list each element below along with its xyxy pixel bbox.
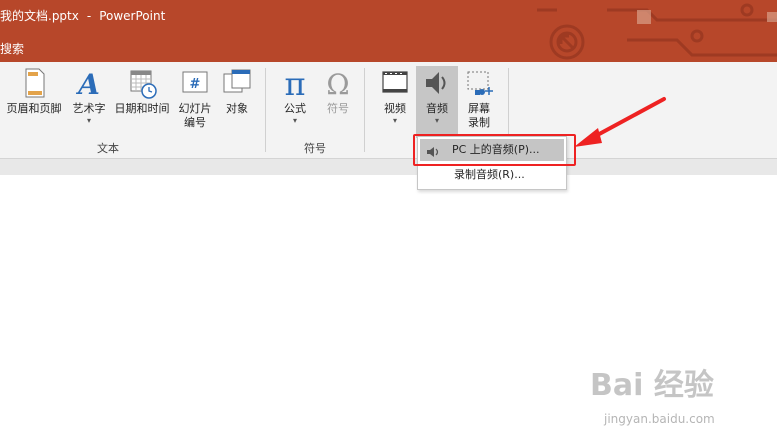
speaker-small-icon [426, 144, 440, 157]
header-footer-label: 页眉和页脚 [6, 102, 62, 115]
wordart-button[interactable]: A 艺术字 ▾ [68, 66, 110, 126]
date-time-button[interactable]: 日期和时间 [109, 66, 175, 116]
audio-on-pc-label: PC 上的音频(P)... [452, 143, 540, 156]
audio-button[interactable]: 音频 ▾ [416, 66, 458, 138]
omega-icon: Ω [321, 66, 355, 101]
tell-me-search[interactable]: 搜索 [0, 40, 24, 57]
document-name: 我的文档.pptx [0, 9, 79, 23]
title-separator: - [86, 9, 92, 23]
object-label: 对象 [226, 102, 248, 115]
screen-record-icon [462, 66, 496, 100]
ribbon-insert-tab: 页眉和页脚 A 艺术字 ▾ 日期和时间 # 幻灯片 编号 对象 文本 π 公式 … [0, 62, 777, 159]
calendar-clock-icon [125, 66, 159, 100]
date-time-label: 日期和时间 [114, 102, 170, 115]
audio-on-pc-menu-item[interactable]: PC 上的音频(P)... [420, 139, 564, 161]
video-button[interactable]: 视频 ▾ [376, 66, 414, 126]
equation-button[interactable]: π 公式 ▾ [277, 65, 313, 126]
audio-chevron-icon: ▾ [434, 116, 439, 125]
slide-editing-area[interactable] [0, 175, 777, 446]
wordart-icon: A [72, 66, 106, 101]
group-label-symbols: 符号 [304, 142, 326, 155]
pi-glyph: π [284, 66, 305, 100]
omega-glyph: Ω [326, 68, 349, 100]
equation-label: 公式 [284, 102, 306, 115]
symbol-label: 符号 [327, 102, 349, 115]
tell-me-bar: 搜索 [0, 32, 777, 62]
video-label: 视频 [384, 102, 406, 115]
screen-recording-button[interactable]: 屏幕 录制 [461, 66, 497, 130]
screen-rec-label-2: 录制 [468, 116, 490, 129]
slide-number-label-2: 编号 [184, 116, 206, 129]
title-bar: 我的文档.pptx - PowerPoint [0, 0, 777, 32]
speaker-icon [420, 66, 454, 100]
video-chevron-icon: ▾ [392, 116, 397, 125]
screen-rec-label-1: 屏幕 [468, 102, 490, 115]
header-footer-icon [17, 66, 51, 100]
symbol-button[interactable]: Ω 符号 [320, 66, 356, 116]
pi-icon: π [278, 65, 312, 103]
slide-number-label-1: 幻灯片 [178, 102, 212, 115]
record-audio-label: 录制音频(R)... [454, 168, 525, 181]
film-icon [378, 66, 412, 100]
wordart-label: 艺术字 [72, 102, 106, 115]
group-divider [265, 68, 266, 152]
wordart-chevron-icon: ▾ [86, 116, 91, 125]
equation-chevron-icon: ▾ [292, 116, 297, 125]
audio-label: 音频 [426, 102, 448, 115]
slide-number-icon: # [178, 66, 212, 100]
group-label-text: 文本 [97, 142, 119, 155]
header-footer-button[interactable]: 页眉和页脚 [3, 66, 65, 116]
window-title: 我的文档.pptx - PowerPoint [0, 7, 165, 24]
slide-number-glyph: # [190, 77, 201, 92]
record-audio-menu-item[interactable]: 录制音频(R)... [420, 164, 564, 186]
group-divider [364, 68, 365, 152]
slide-area-strip [0, 159, 777, 175]
object-icon [220, 66, 254, 100]
app-name: PowerPoint [99, 9, 166, 23]
audio-dropdown-menu: PC 上的音频(P)... 录制音频(R)... [417, 136, 567, 190]
object-button[interactable]: 对象 [218, 66, 256, 116]
wordart-glyph: A [75, 68, 100, 100]
slide-number-button[interactable]: # 幻灯片 编号 [175, 66, 215, 130]
